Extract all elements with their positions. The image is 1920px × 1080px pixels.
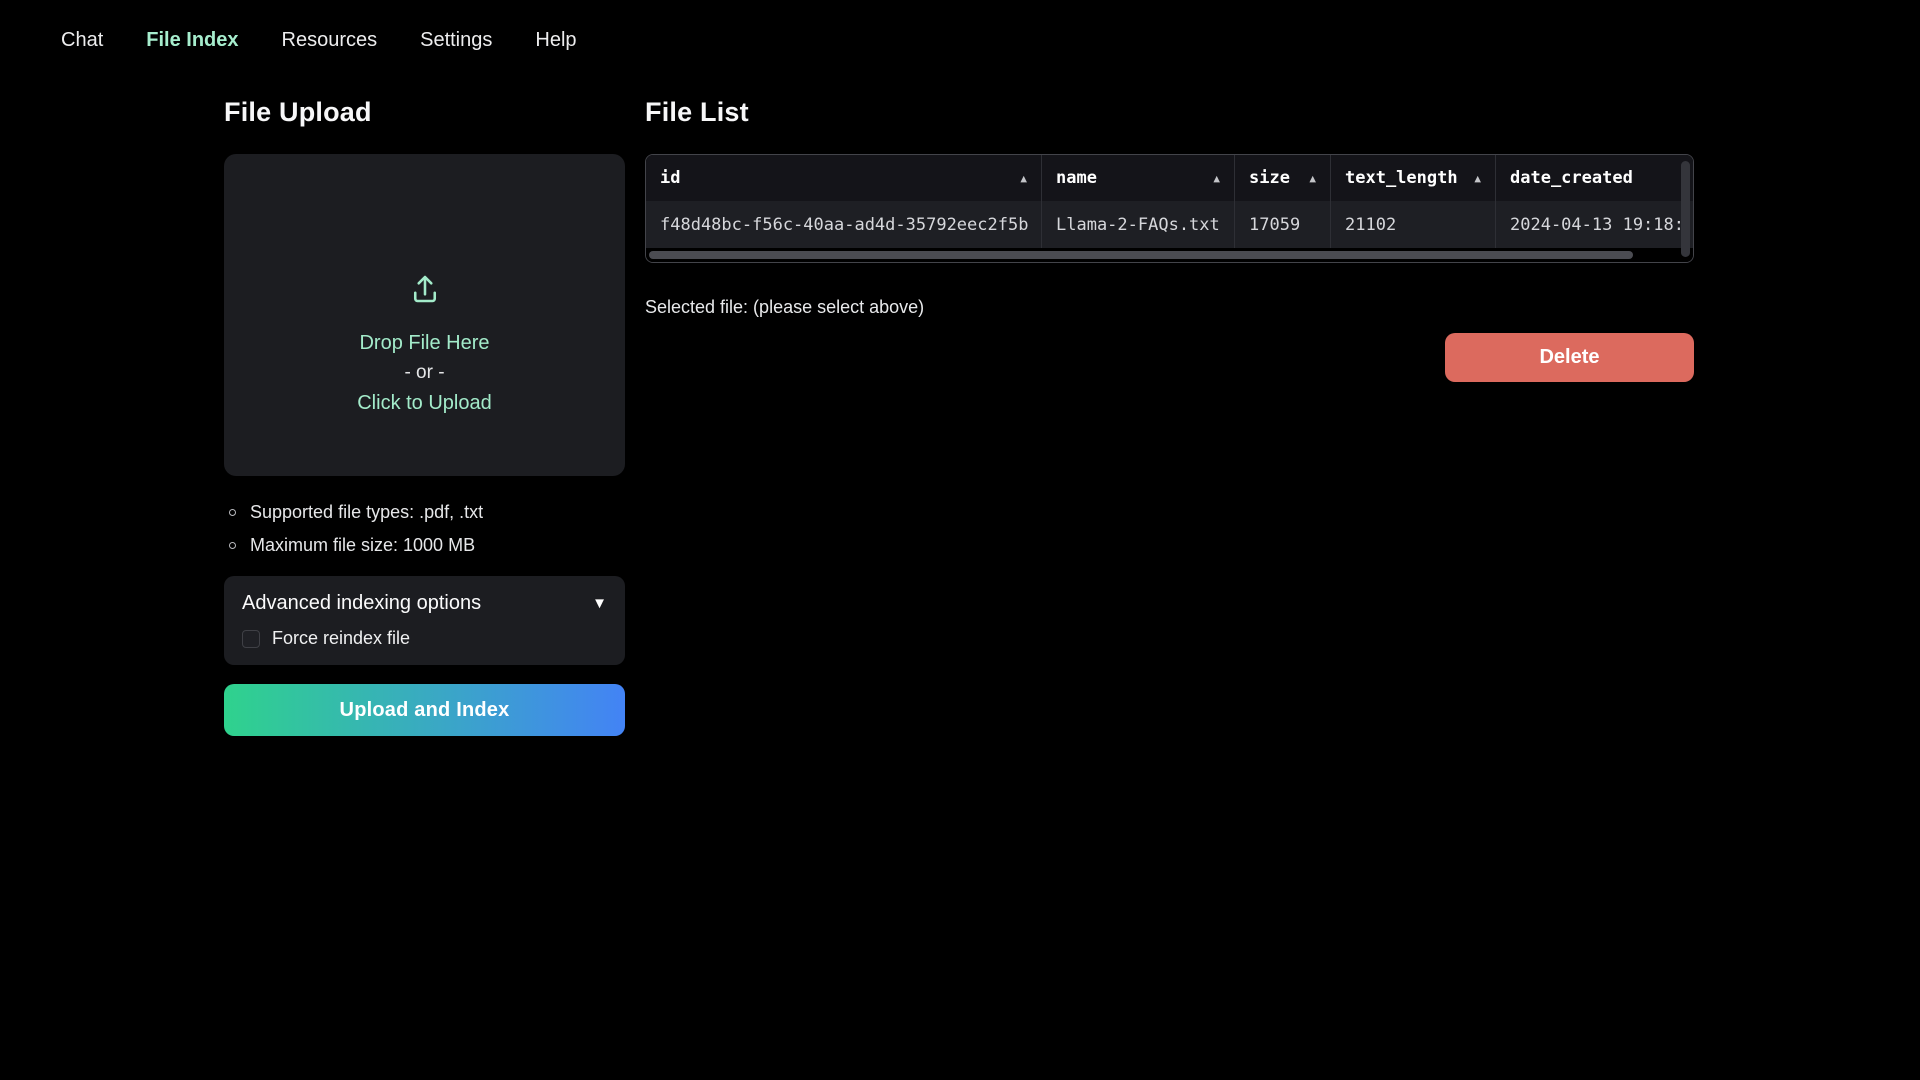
advanced-options-accordion: Advanced indexing options ▼ Force reinde… bbox=[224, 576, 625, 665]
file-upload-title: File Upload bbox=[224, 94, 625, 130]
note-max-size: Maximum file size: 1000 MB bbox=[224, 529, 625, 562]
column-header-size[interactable]: size ▲ bbox=[1234, 155, 1330, 201]
drop-file-label: Drop File Here bbox=[359, 328, 489, 358]
tab-resources[interactable]: Resources bbox=[282, 29, 378, 52]
column-header-size-label: size bbox=[1249, 168, 1290, 188]
top-nav: Chat File Index Resources Settings Help bbox=[0, 0, 1920, 80]
force-reindex-checkbox[interactable] bbox=[242, 630, 260, 648]
force-reindex-label: Force reindex file bbox=[272, 628, 410, 649]
horizontal-scrollbar-thumb[interactable] bbox=[649, 251, 1633, 259]
column-header-text-length[interactable]: text_length ▲ bbox=[1330, 155, 1495, 201]
cell-id[interactable]: f48d48bc-f56c-40aa-ad4d-35792eec2f5b bbox=[646, 201, 1041, 248]
file-table: id ▲ name ▲ size ▲ text_length ▲ date_cr… bbox=[645, 154, 1694, 263]
column-header-name[interactable]: name ▲ bbox=[1041, 155, 1234, 201]
file-list-title: File List bbox=[645, 94, 1694, 130]
column-header-id-label: id bbox=[660, 168, 680, 188]
tab-chat[interactable]: Chat bbox=[61, 29, 103, 52]
bullet-icon bbox=[229, 542, 236, 549]
upload-and-index-button[interactable]: Upload and Index bbox=[224, 684, 625, 736]
column-header-name-label: name bbox=[1056, 168, 1097, 188]
tab-file-index[interactable]: File Index bbox=[146, 29, 238, 52]
upload-notes: Supported file types: .pdf, .txt Maximum… bbox=[224, 496, 625, 562]
advanced-options-title: Advanced indexing options bbox=[242, 592, 481, 615]
column-header-date-created-label: date_created bbox=[1510, 168, 1633, 188]
advanced-options-header[interactable]: Advanced indexing options ▼ bbox=[242, 592, 607, 615]
sort-asc-icon[interactable]: ▲ bbox=[1020, 172, 1027, 185]
chevron-down-icon[interactable]: ▼ bbox=[592, 595, 607, 612]
file-list-panel: File List id ▲ name ▲ size ▲ text_length… bbox=[645, 94, 1694, 382]
upload-icon bbox=[407, 271, 443, 312]
vertical-scrollbar-thumb[interactable] bbox=[1681, 161, 1690, 257]
table-header-row: id ▲ name ▲ size ▲ text_length ▲ date_cr… bbox=[646, 155, 1693, 201]
force-reindex-row: Force reindex file bbox=[242, 628, 607, 649]
file-upload-panel: File Upload Drop File Here - or - Click … bbox=[224, 94, 625, 736]
bullet-icon bbox=[229, 509, 236, 516]
cell-date-created[interactable]: 2024-04-13 19:18: bbox=[1495, 201, 1693, 248]
selected-file-note: Selected file: (please select above) bbox=[645, 295, 1694, 319]
horizontal-scrollbar bbox=[646, 248, 1693, 262]
cell-size[interactable]: 17059 bbox=[1234, 201, 1330, 248]
sort-asc-icon[interactable]: ▲ bbox=[1213, 172, 1220, 185]
or-label: - or - bbox=[404, 358, 444, 388]
note-max-size-text: Maximum file size: 1000 MB bbox=[250, 535, 475, 556]
file-dropzone[interactable]: Drop File Here - or - Click to Upload bbox=[224, 154, 625, 476]
cell-text-length[interactable]: 21102 bbox=[1330, 201, 1495, 248]
note-supported-types-text: Supported file types: .pdf, .txt bbox=[250, 502, 483, 523]
click-to-upload-link[interactable]: Click to Upload bbox=[357, 388, 492, 418]
sort-asc-icon[interactable]: ▲ bbox=[1309, 172, 1316, 185]
note-supported-types: Supported file types: .pdf, .txt bbox=[224, 496, 625, 529]
tab-settings[interactable]: Settings bbox=[420, 29, 492, 52]
sort-asc-icon[interactable]: ▲ bbox=[1474, 172, 1481, 185]
column-header-date-created[interactable]: date_created bbox=[1495, 155, 1693, 201]
cell-name[interactable]: Llama-2-FAQs.txt bbox=[1041, 201, 1234, 248]
column-header-text-length-label: text_length bbox=[1345, 168, 1458, 188]
column-header-id[interactable]: id ▲ bbox=[646, 155, 1041, 201]
delete-button[interactable]: Delete bbox=[1445, 333, 1694, 382]
table-row[interactable]: f48d48bc-f56c-40aa-ad4d-35792eec2f5b Lla… bbox=[646, 201, 1693, 248]
tab-help[interactable]: Help bbox=[535, 29, 576, 52]
